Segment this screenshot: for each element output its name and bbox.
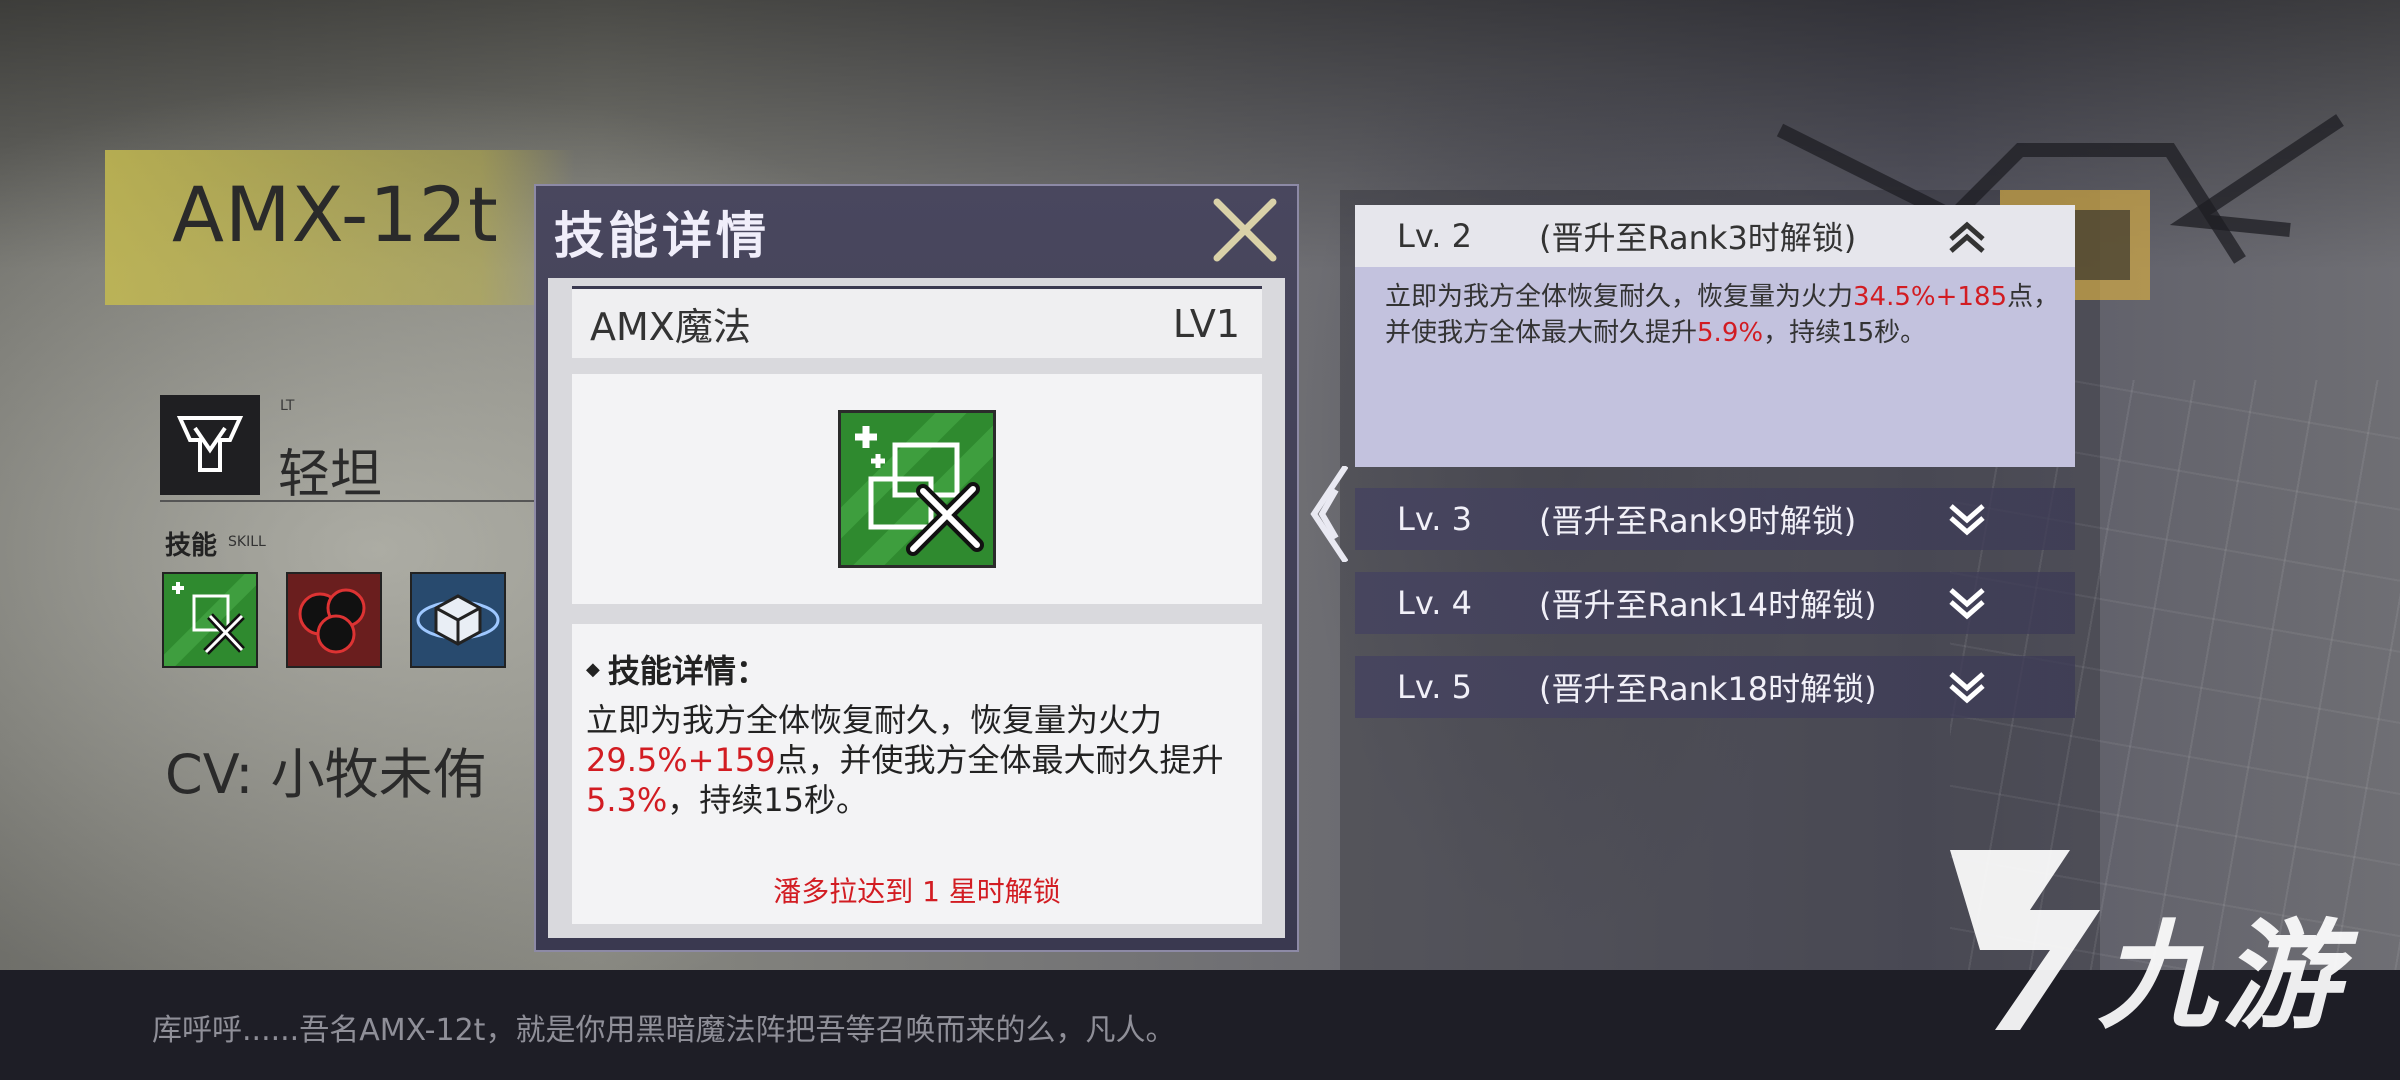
cube-skill-icon[interactable] xyxy=(410,572,506,668)
dialog-title: 技能详情 xyxy=(554,207,770,265)
skill-section-subtitle: SKILL xyxy=(228,534,266,550)
plus-sign: + xyxy=(1935,282,1958,312)
skill-description: ◆ 技能详情： 立即为我方全体恢复耐久，恢复量为火力29.5%+159点，并使我… xyxy=(572,624,1262,924)
dialogue-line: 库呼呼......吾名AMX-12t，就是你用黑暗魔法阵把吾等召唤而来的么，凡人… xyxy=(152,1013,1176,1048)
voice-actor: CV: 小牧未侑 xyxy=(165,743,487,806)
repair-skill-icon[interactable] xyxy=(158,568,262,672)
hp-boost-percent: 5.3% xyxy=(586,781,668,819)
detail-text-part: 点，并使我方全体最大耐久提升 xyxy=(775,741,1224,779)
level-row-5[interactable]: Lv. 5 (晋升至Rank18时解锁) xyxy=(1355,656,2075,718)
chevron-down-icon[interactable] xyxy=(1947,586,1987,622)
level-number: Lv. 5 xyxy=(1397,668,1472,706)
level-number: Lv. 3 xyxy=(1397,500,1472,538)
class-name: 轻坦 xyxy=(278,445,383,505)
level-unlock-condition: (晋升至Rank14时解锁) xyxy=(1539,586,1877,624)
level-number: Lv. 4 xyxy=(1397,584,1472,622)
skill-image-area xyxy=(572,374,1262,604)
detail-heading-text: 技能详情： xyxy=(607,652,768,690)
level-number: Lv. 2 xyxy=(1397,217,1472,255)
detail-text-part: ，持续15秒。 xyxy=(667,781,869,819)
close-icon[interactable] xyxy=(1207,192,1283,268)
skill-header: AMX魔法 LV1 xyxy=(572,286,1262,358)
chevron-down-icon[interactable] xyxy=(1947,502,1987,538)
heal-flat: 185 xyxy=(1957,282,2008,312)
detail-heading: ◆ 技能详情： xyxy=(586,646,1252,692)
watermark-text: 九游 xyxy=(2098,907,2347,1045)
level-row-4[interactable]: Lv. 4 (晋升至Rank14时解锁) xyxy=(1355,572,2075,634)
skill-level: LV1 xyxy=(1172,301,1240,346)
skill-detail-dialog: 技能详情 AMX魔法 LV1 ◆ 技能详情： 立即为我方全体恢复耐久，恢复量为火… xyxy=(534,184,1299,952)
level-row-2[interactable]: Lv. 2 (晋升至Rank3时解锁) xyxy=(1355,205,2075,267)
heal-percent: 34.5% xyxy=(1853,282,1936,312)
unlock-note: 潘多拉达到 1 星时解锁 xyxy=(773,875,1061,908)
level-desc-part: 立即为我方全体恢复耐久，恢复量为火力 xyxy=(1385,282,1854,312)
hp-boost-percent: 5.9% xyxy=(1697,318,1764,348)
chevron-up-icon[interactable] xyxy=(1947,219,1987,255)
class-code: LT xyxy=(280,398,295,414)
bullet-icon: ◆ xyxy=(586,658,600,680)
character-name: AMX-12t xyxy=(172,170,499,259)
divider xyxy=(160,500,540,502)
skill-name: AMX魔法 xyxy=(590,305,751,349)
heal-percent: 29.5% xyxy=(586,741,688,779)
level-unlock-condition: (晋升至Rank18时解锁) xyxy=(1539,670,1877,708)
dialog-content: AMX魔法 LV1 ◆ 技能详情： 立即为我方全体恢复耐久，恢复量为火力29.5… xyxy=(548,278,1285,938)
chevron-down-icon[interactable] xyxy=(1947,670,1987,706)
level-unlock-condition: (晋升至Rank3时解锁) xyxy=(1539,219,1857,257)
light-tank-class-icon xyxy=(160,395,260,495)
level-desc-part: ，持续15秒。 xyxy=(1763,318,1927,348)
heal-flat: 159 xyxy=(714,741,776,779)
plus-sign: + xyxy=(687,741,715,779)
level-2-description: 立即为我方全体恢复耐久，恢复量为火力34.5%+185点，并使我方全体最大耐久提… xyxy=(1355,267,2075,467)
collapse-arrow-icon[interactable] xyxy=(1302,466,1348,562)
bomb-skill-icon[interactable] xyxy=(286,572,382,668)
detail-text: 立即为我方全体恢复耐久，恢复量为火力29.5%+159点，并使我方全体最大耐久提… xyxy=(586,700,1252,820)
detail-text-part: 立即为我方全体恢复耐久，恢复量为火力 xyxy=(586,701,1163,739)
level-row-3[interactable]: Lv. 3 (晋升至Rank9时解锁) xyxy=(1355,488,2075,550)
level-unlock-condition: (晋升至Rank9时解锁) xyxy=(1539,502,1857,540)
repair-skill-icon xyxy=(823,395,1009,581)
skill-section-title: 技能 xyxy=(165,531,218,561)
